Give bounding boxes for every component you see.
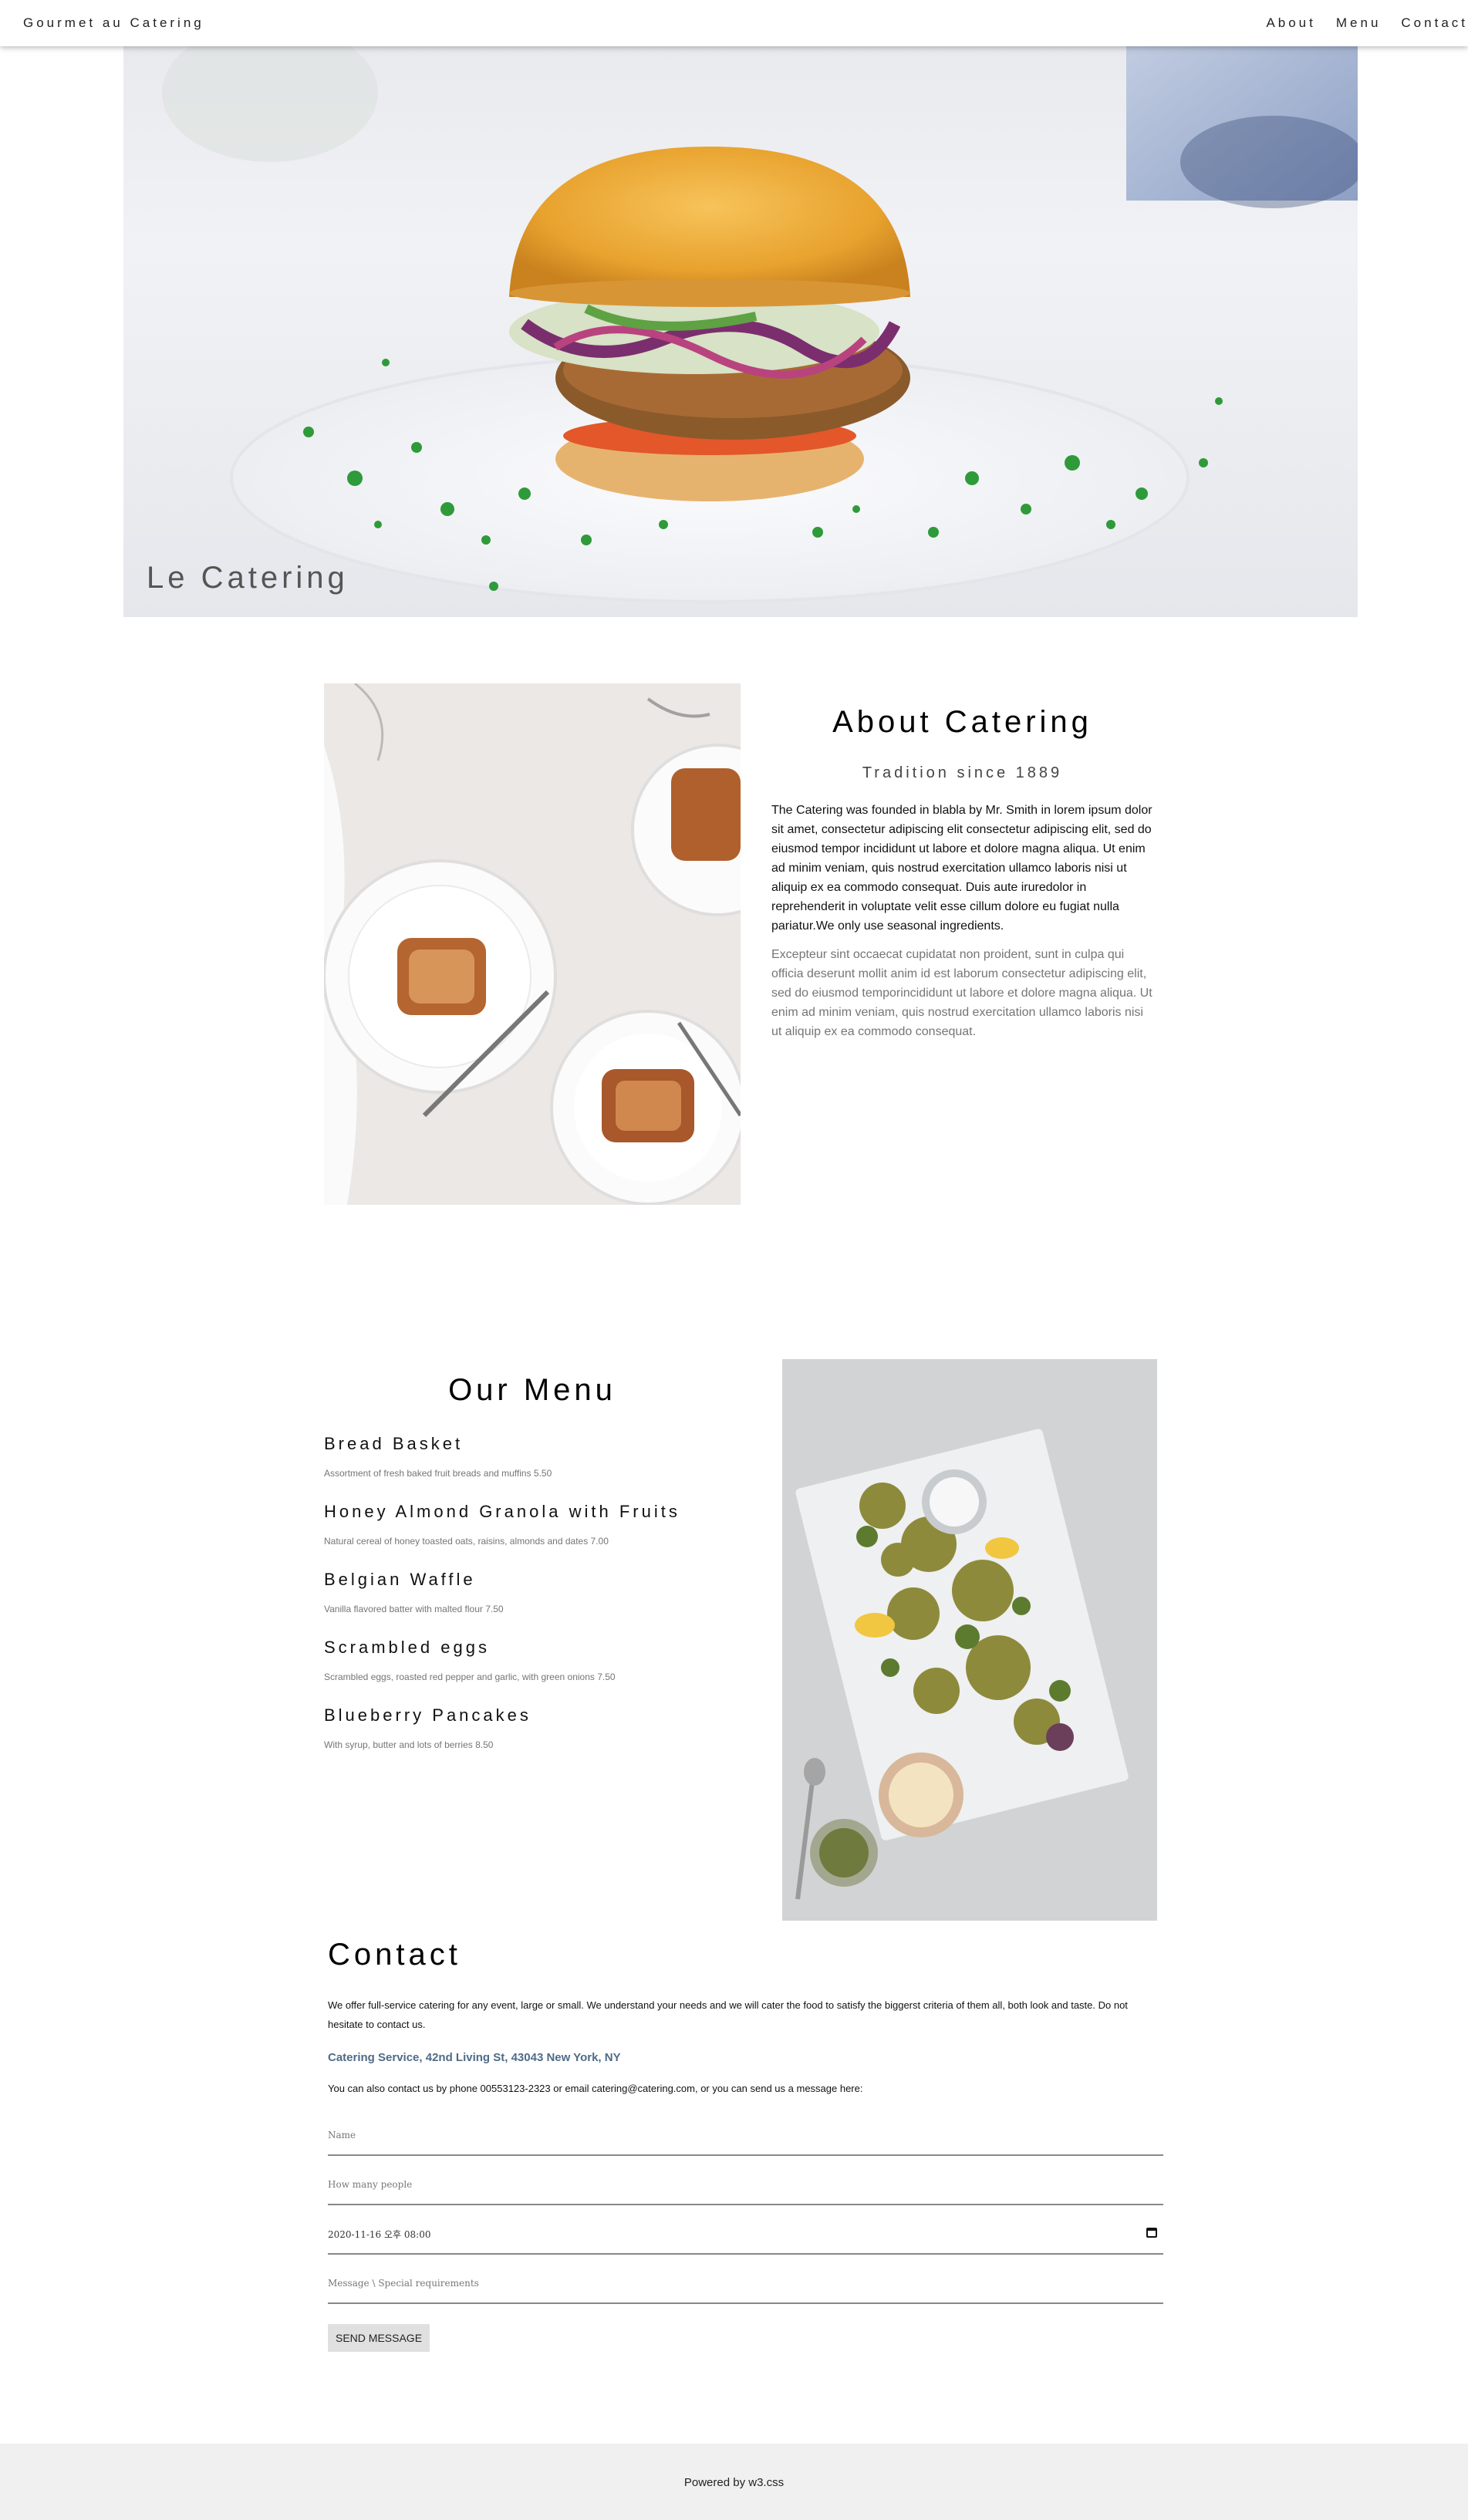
hero-burger-image bbox=[162, 46, 1358, 603]
send-message-button[interactable]: SEND MESSAGE bbox=[328, 2324, 430, 2352]
footer: Powered by w3.css bbox=[0, 2444, 1468, 2520]
menu-item: Blueberry Pancakes With syrup, butter an… bbox=[324, 1705, 741, 1750]
menu-item-name: Bread Basket bbox=[324, 1434, 464, 1453]
contact-intro: We offer full-service catering for any e… bbox=[328, 1999, 1128, 2030]
about-dessert-image bbox=[324, 683, 741, 1205]
menu-title: Our Menu bbox=[448, 1373, 616, 1407]
menu-item-name: Honey Almond Granola with Fruits bbox=[324, 1502, 680, 1521]
menu-item-description: Scrambled eggs, roasted red pepper and g… bbox=[324, 1672, 616, 1682]
contact-address: Catering Service, 42nd Living St, 43043 … bbox=[328, 2051, 621, 2064]
calendar-icon[interactable] bbox=[1146, 2228, 1157, 2238]
people-count-input[interactable] bbox=[328, 2179, 1163, 2190]
menu-item-name: Blueberry Pancakes bbox=[324, 1705, 532, 1725]
message-input[interactable] bbox=[328, 2278, 1163, 2289]
nav-contact-link[interactable]: Contact bbox=[1401, 15, 1468, 31]
about-paragraph-secondary: Excepteur sint occaecat cupidatat non pr… bbox=[771, 948, 1152, 1038]
name-input[interactable] bbox=[328, 2130, 1163, 2140]
nav-links: About Menu Contact bbox=[1266, 15, 1468, 31]
hero-banner: Le Catering bbox=[123, 46, 1358, 617]
menu-item: Bread Basket Assortment of fresh baked f… bbox=[324, 1434, 741, 1479]
menu-item-name: Belgian Waffle bbox=[324, 1570, 476, 1589]
contact-title: Contact bbox=[328, 1938, 461, 1972]
menu-item-description: With syrup, butter and lots of berries 8… bbox=[324, 1739, 494, 1750]
menu-item-name: Scrambled eggs bbox=[324, 1638, 490, 1657]
datetime-input[interactable] bbox=[328, 2228, 1163, 2239]
about-subtitle: Tradition since 1889 bbox=[862, 764, 1063, 781]
menu-item-description: Vanilla flavored batter with malted flou… bbox=[324, 1604, 504, 1614]
contact-phone-text: You can also contact us by phone 0055312… bbox=[328, 2083, 863, 2094]
hero-caption: Le Catering bbox=[147, 561, 349, 595]
menu-tempura-image bbox=[782, 1359, 1157, 1921]
nav-about-link[interactable]: About bbox=[1266, 15, 1315, 31]
about-section: About Catering Tradition since 1889 The … bbox=[771, 694, 1153, 1041]
message-field-wrapper bbox=[328, 2255, 1163, 2304]
contact-form bbox=[328, 2107, 1163, 2304]
name-field-wrapper bbox=[328, 2107, 1163, 2156]
menu-item: Scrambled eggs Scrambled eggs, roasted r… bbox=[324, 1638, 741, 1682]
brand-link[interactable]: Gourmet au Catering bbox=[23, 15, 204, 31]
nav-menu-link[interactable]: Menu bbox=[1336, 15, 1382, 31]
menu-section: Our Menu Bread Basket Assortment of fres… bbox=[324, 1373, 741, 1773]
top-navbar: Gourmet au Catering About Menu Contact bbox=[0, 0, 1468, 46]
menu-item-description: Natural cereal of honey toasted oats, ra… bbox=[324, 1536, 609, 1547]
people-field-wrapper bbox=[328, 2156, 1163, 2205]
footer-powered-by: Powered by w3.css bbox=[683, 2476, 785, 2489]
datetime-field-wrapper bbox=[328, 2205, 1163, 2255]
menu-item-description: Assortment of fresh baked fruit breads a… bbox=[324, 1468, 552, 1479]
contact-section: Contact We offer full-service catering f… bbox=[328, 1938, 1163, 2352]
about-paragraph: The Catering was founded in blabla by Mr… bbox=[771, 804, 1152, 933]
menu-item: Honey Almond Granola with Fruits Natural… bbox=[324, 1502, 741, 1547]
about-title: About Catering bbox=[832, 705, 1092, 739]
menu-item: Belgian Waffle Vanilla flavored batter w… bbox=[324, 1570, 741, 1614]
